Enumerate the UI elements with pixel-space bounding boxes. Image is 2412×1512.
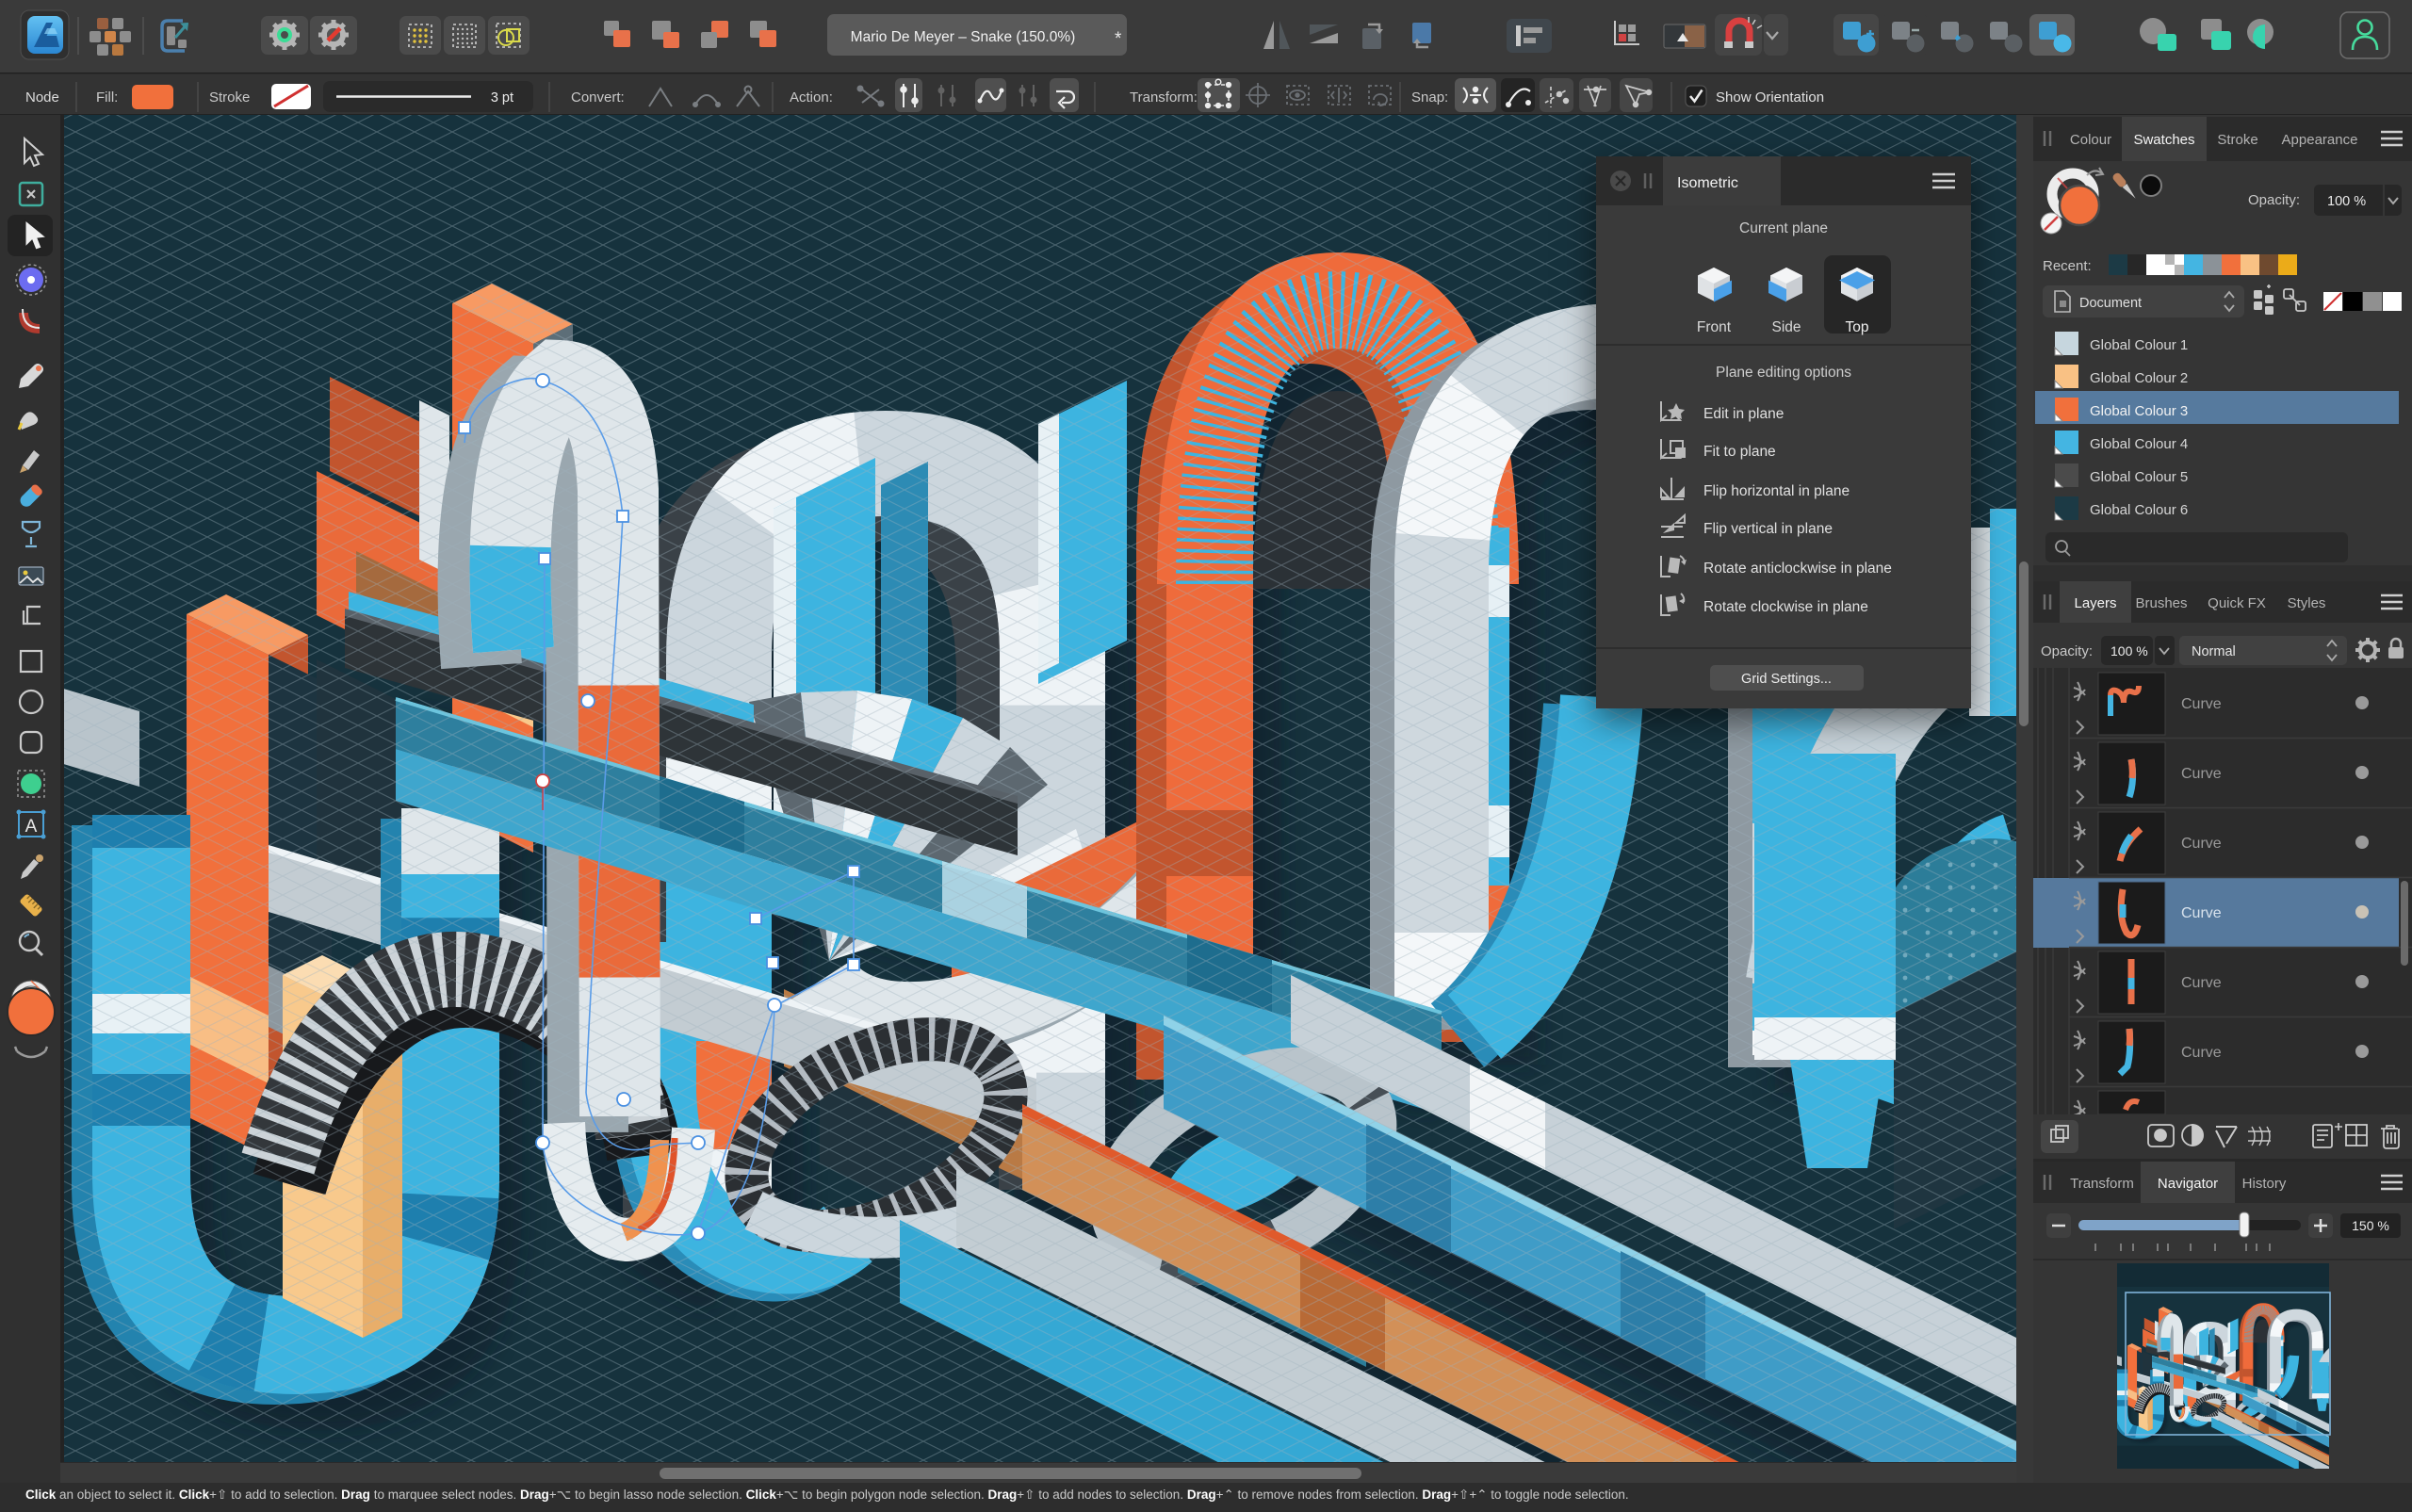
svg-text:Rotate anticlockwise in plane: Rotate anticlockwise in plane [1703, 561, 1892, 577]
svg-text:Transform: Transform [2070, 1176, 2134, 1192]
svg-text:Current plane: Current plane [1739, 220, 1828, 236]
svg-text:Plane editing options: Plane editing options [1716, 365, 1851, 381]
svg-text:Isometric: Isometric [1677, 175, 1738, 191]
svg-text:Global Colour 4: Global Colour 4 [2090, 436, 2188, 452]
svg-text:Curve: Curve [2181, 975, 2222, 991]
svg-text:Flip vertical in plane: Flip vertical in plane [1703, 521, 1833, 537]
svg-text:Grid Settings...: Grid Settings... [1741, 672, 1832, 687]
svg-text:A: A [25, 817, 38, 837]
svg-text:Global Colour 2: Global Colour 2 [2090, 370, 2188, 386]
svg-text:Layers: Layers [2074, 595, 2116, 611]
svg-text:Flip horizontal in plane: Flip horizontal in plane [1703, 483, 1850, 499]
svg-text:Node: Node [25, 89, 59, 106]
svg-text:Side: Side [1771, 319, 1801, 335]
svg-text:100 %: 100 % [2327, 194, 2366, 209]
svg-text:Document: Document [2079, 296, 2142, 311]
svg-text:Appearance: Appearance [2282, 132, 2358, 148]
svg-text:Normal: Normal [2192, 644, 2236, 659]
svg-text:Curve: Curve [2181, 766, 2222, 782]
svg-text:Opacity:: Opacity: [2041, 643, 2093, 659]
svg-text:Action:: Action: [790, 89, 833, 106]
svg-text:Transform:: Transform: [1130, 89, 1198, 106]
svg-text:Global Colour 3: Global Colour 3 [2090, 403, 2188, 419]
svg-text:Convert:: Convert: [571, 89, 625, 106]
svg-text:Show Orientation: Show Orientation [1716, 89, 1824, 106]
svg-text:Fill:: Fill: [96, 89, 118, 106]
svg-text:Quick FX: Quick FX [2208, 595, 2266, 611]
svg-text:3 pt: 3 pt [491, 90, 513, 106]
svg-text:Curve: Curve [2181, 905, 2222, 921]
svg-text:Fit to plane: Fit to plane [1703, 444, 1776, 460]
svg-text:Opacity:: Opacity: [2248, 192, 2300, 208]
svg-text:Snap:: Snap: [1411, 89, 1448, 106]
svg-text:Swatches: Swatches [2133, 132, 2194, 148]
svg-text:100 %: 100 % [2110, 643, 2148, 658]
svg-text:*: * [1115, 29, 1122, 49]
svg-text:History: History [2242, 1176, 2287, 1192]
svg-text:Stroke: Stroke [2217, 132, 2257, 148]
svg-text:Stroke: Stroke [209, 89, 250, 106]
svg-text:Curve: Curve [2181, 836, 2222, 852]
svg-text:Brushes: Brushes [2135, 595, 2187, 611]
svg-text:Curve: Curve [2181, 1045, 2222, 1061]
svg-text:Global Colour 5: Global Colour 5 [2090, 469, 2188, 485]
svg-text:Navigator: Navigator [2158, 1176, 2218, 1192]
svg-text:Curve: Curve [2181, 696, 2222, 712]
svg-text:Top: Top [1846, 319, 1869, 335]
svg-text:Global Colour 1: Global Colour 1 [2090, 337, 2188, 353]
svg-text:Mario De Meyer – Snake (150.0%: Mario De Meyer – Snake (150.0%) [851, 29, 1076, 45]
svg-text:Recent:: Recent: [2043, 258, 2092, 274]
svg-text:Front: Front [1697, 319, 1732, 335]
svg-text:Colour: Colour [2070, 132, 2111, 148]
svg-text:Global Colour 6: Global Colour 6 [2090, 502, 2188, 518]
svg-text:Edit in plane: Edit in plane [1703, 406, 1784, 422]
svg-text:Rotate clockwise in plane: Rotate clockwise in plane [1703, 599, 1868, 615]
svg-text:150 %: 150 % [2352, 1218, 2389, 1233]
svg-text:Styles: Styles [2288, 595, 2326, 611]
